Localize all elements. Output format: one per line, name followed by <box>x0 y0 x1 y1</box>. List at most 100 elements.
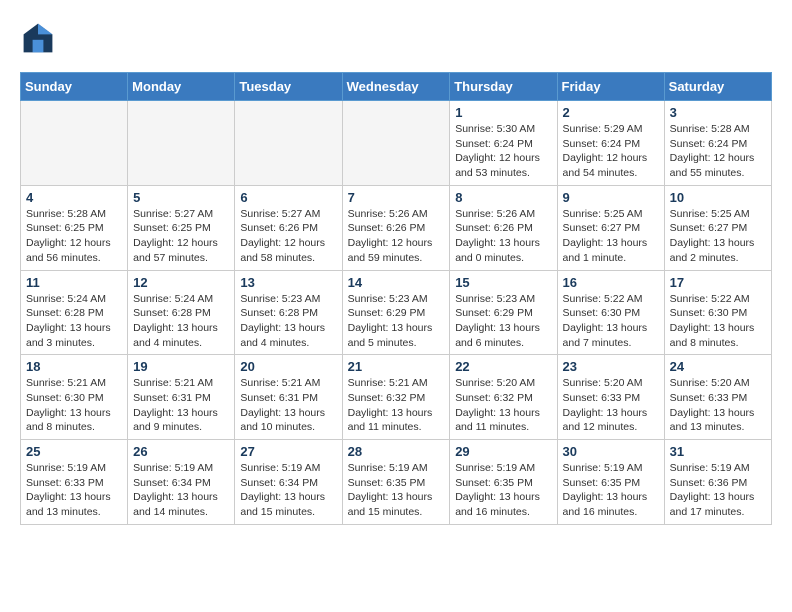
day-number: 28 <box>348 444 445 459</box>
day-number: 15 <box>455 275 551 290</box>
calendar-day: 27 Sunrise: 5:19 AMSunset: 6:34 PMDayligh… <box>235 440 342 525</box>
calendar-day: 13Sunrise: 5:23 AMSunset: 6:28 PMDayligh… <box>235 270 342 355</box>
calendar-day: 20Sunrise: 5:21 AMSunset: 6:31 PMDayligh… <box>235 355 342 440</box>
day-number: 26 <box>133 444 229 459</box>
day-number: 19 <box>133 359 229 374</box>
day-number: 10 <box>670 190 766 205</box>
calendar-day: 7 Sunrise: 5:26 AMSunset: 6:26 PMDaylight… <box>342 185 450 270</box>
calendar-day: 1 Sunrise: 5:30 AMSunset: 6:24 PMDaylight… <box>450 101 557 186</box>
day-info: Sunrise: 5:21 AMSunset: 6:30 PMDaylight:… <box>26 376 122 435</box>
header-sunday: Sunday <box>21 73 128 101</box>
calendar-day <box>128 101 235 186</box>
logo-icon <box>20 20 56 56</box>
logo <box>20 20 60 56</box>
day-number: 29 <box>455 444 551 459</box>
calendar-week-1: 1 Sunrise: 5:30 AMSunset: 6:24 PMDaylight… <box>21 101 772 186</box>
day-info: Sunrise: 5:19 AMSunset: 6:34 PMDaylight:… <box>133 461 229 520</box>
calendar-day: 19 Sunrise: 5:21 AMSunset: 6:31 PMDayligh… <box>128 355 235 440</box>
day-info: Sunrise: 5:30 AMSunset: 6:24 PMDaylight:… <box>455 122 551 181</box>
day-number: 31 <box>670 444 766 459</box>
day-number: 6 <box>240 190 336 205</box>
day-info: Sunrise: 5:19 AMSunset: 6:33 PMDaylight:… <box>26 461 122 520</box>
day-info: Sunrise: 5:19 AMSunset: 6:35 PMDaylight:… <box>455 461 551 520</box>
calendar-day: 16 Sunrise: 5:22 AMSunset: 6:30 PMDayligh… <box>557 270 664 355</box>
day-number: 27 <box>240 444 336 459</box>
calendar-day: 8 Sunrise: 5:26 AMSunset: 6:26 PMDaylight… <box>450 185 557 270</box>
day-number: 5 <box>133 190 229 205</box>
calendar-week-3: 11Sunrise: 5:24 AMSunset: 6:28 PMDayligh… <box>21 270 772 355</box>
header-friday: Friday <box>557 73 664 101</box>
page-header <box>20 20 772 56</box>
calendar-day: 17 Sunrise: 5:22 AMSunset: 6:30 PMDayligh… <box>664 270 771 355</box>
day-number: 7 <box>348 190 445 205</box>
day-info: Sunrise: 5:19 AMSunset: 6:34 PMDaylight:… <box>240 461 336 520</box>
day-number: 17 <box>670 275 766 290</box>
day-number: 8 <box>455 190 551 205</box>
calendar-day: 28 Sunrise: 5:19 AMSunset: 6:35 PMDayligh… <box>342 440 450 525</box>
calendar-day: 4Sunrise: 5:28 AMSunset: 6:25 PMDaylight… <box>21 185 128 270</box>
header-tuesday: Tuesday <box>235 73 342 101</box>
calendar-day: 24Sunrise: 5:20 AMSunset: 6:33 PMDayligh… <box>664 355 771 440</box>
header-wednesday: Wednesday <box>342 73 450 101</box>
day-number: 21 <box>348 359 445 374</box>
calendar-header-row: SundayMondayTuesdayWednesdayThursdayFrid… <box>21 73 772 101</box>
day-info: Sunrise: 5:21 AMSunset: 6:32 PMDaylight:… <box>348 376 445 435</box>
calendar-week-2: 4Sunrise: 5:28 AMSunset: 6:25 PMDaylight… <box>21 185 772 270</box>
calendar-day: 22Sunrise: 5:20 AMSunset: 6:32 PMDayligh… <box>450 355 557 440</box>
header-saturday: Saturday <box>664 73 771 101</box>
day-info: Sunrise: 5:19 AMSunset: 6:35 PMDaylight:… <box>348 461 445 520</box>
calendar-day: 6 Sunrise: 5:27 AMSunset: 6:26 PMDaylight… <box>235 185 342 270</box>
calendar-day: 12Sunrise: 5:24 AMSunset: 6:28 PMDayligh… <box>128 270 235 355</box>
day-number: 1 <box>455 105 551 120</box>
day-number: 9 <box>563 190 659 205</box>
day-info: Sunrise: 5:20 AMSunset: 6:32 PMDaylight:… <box>455 376 551 435</box>
day-info: Sunrise: 5:23 AMSunset: 6:29 PMDaylight:… <box>455 292 551 351</box>
calendar-day: 10 Sunrise: 5:25 AMSunset: 6:27 PMDayligh… <box>664 185 771 270</box>
header-thursday: Thursday <box>450 73 557 101</box>
day-number: 4 <box>26 190 122 205</box>
day-info: Sunrise: 5:27 AMSunset: 6:26 PMDaylight:… <box>240 207 336 266</box>
calendar-day: 15 Sunrise: 5:23 AMSunset: 6:29 PMDayligh… <box>450 270 557 355</box>
calendar-day: 21 Sunrise: 5:21 AMSunset: 6:32 PMDayligh… <box>342 355 450 440</box>
day-info: Sunrise: 5:23 AMSunset: 6:29 PMDaylight:… <box>348 292 445 351</box>
day-number: 30 <box>563 444 659 459</box>
day-info: Sunrise: 5:25 AMSunset: 6:27 PMDaylight:… <box>670 207 766 266</box>
calendar-week-5: 25 Sunrise: 5:19 AMSunset: 6:33 PMDayligh… <box>21 440 772 525</box>
calendar-day <box>21 101 128 186</box>
day-number: 16 <box>563 275 659 290</box>
calendar-day: 29 Sunrise: 5:19 AMSunset: 6:35 PMDayligh… <box>450 440 557 525</box>
day-info: Sunrise: 5:29 AMSunset: 6:24 PMDaylight:… <box>563 122 659 181</box>
day-info: Sunrise: 5:26 AMSunset: 6:26 PMDaylight:… <box>455 207 551 266</box>
day-number: 25 <box>26 444 122 459</box>
calendar-day: 2 Sunrise: 5:29 AMSunset: 6:24 PMDaylight… <box>557 101 664 186</box>
calendar-day <box>342 101 450 186</box>
calendar-day: 11Sunrise: 5:24 AMSunset: 6:28 PMDayligh… <box>21 270 128 355</box>
calendar-day: 18 Sunrise: 5:21 AMSunset: 6:30 PMDayligh… <box>21 355 128 440</box>
day-info: Sunrise: 5:21 AMSunset: 6:31 PMDaylight:… <box>133 376 229 435</box>
day-number: 18 <box>26 359 122 374</box>
calendar-week-4: 18 Sunrise: 5:21 AMSunset: 6:30 PMDayligh… <box>21 355 772 440</box>
calendar-day: 14Sunrise: 5:23 AMSunset: 6:29 PMDayligh… <box>342 270 450 355</box>
header-monday: Monday <box>128 73 235 101</box>
day-info: Sunrise: 5:22 AMSunset: 6:30 PMDaylight:… <box>563 292 659 351</box>
day-info: Sunrise: 5:22 AMSunset: 6:30 PMDaylight:… <box>670 292 766 351</box>
calendar-day: 31 Sunrise: 5:19 AMSunset: 6:36 PMDayligh… <box>664 440 771 525</box>
calendar-day: 25 Sunrise: 5:19 AMSunset: 6:33 PMDayligh… <box>21 440 128 525</box>
day-info: Sunrise: 5:25 AMSunset: 6:27 PMDaylight:… <box>563 207 659 266</box>
day-info: Sunrise: 5:26 AMSunset: 6:26 PMDaylight:… <box>348 207 445 266</box>
day-info: Sunrise: 5:27 AMSunset: 6:25 PMDaylight:… <box>133 207 229 266</box>
day-number: 23 <box>563 359 659 374</box>
day-info: Sunrise: 5:19 AMSunset: 6:36 PMDaylight:… <box>670 461 766 520</box>
day-number: 20 <box>240 359 336 374</box>
calendar-day: 26 Sunrise: 5:19 AMSunset: 6:34 PMDayligh… <box>128 440 235 525</box>
day-number: 12 <box>133 275 229 290</box>
day-number: 2 <box>563 105 659 120</box>
day-info: Sunrise: 5:24 AMSunset: 6:28 PMDaylight:… <box>26 292 122 351</box>
calendar-day: 3Sunrise: 5:28 AMSunset: 6:24 PMDaylight… <box>664 101 771 186</box>
day-number: 24 <box>670 359 766 374</box>
calendar-table: SundayMondayTuesdayWednesdayThursdayFrid… <box>20 72 772 525</box>
day-number: 13 <box>240 275 336 290</box>
day-info: Sunrise: 5:20 AMSunset: 6:33 PMDaylight:… <box>563 376 659 435</box>
calendar-day: 9 Sunrise: 5:25 AMSunset: 6:27 PMDaylight… <box>557 185 664 270</box>
calendar-day: 30Sunrise: 5:19 AMSunset: 6:35 PMDayligh… <box>557 440 664 525</box>
